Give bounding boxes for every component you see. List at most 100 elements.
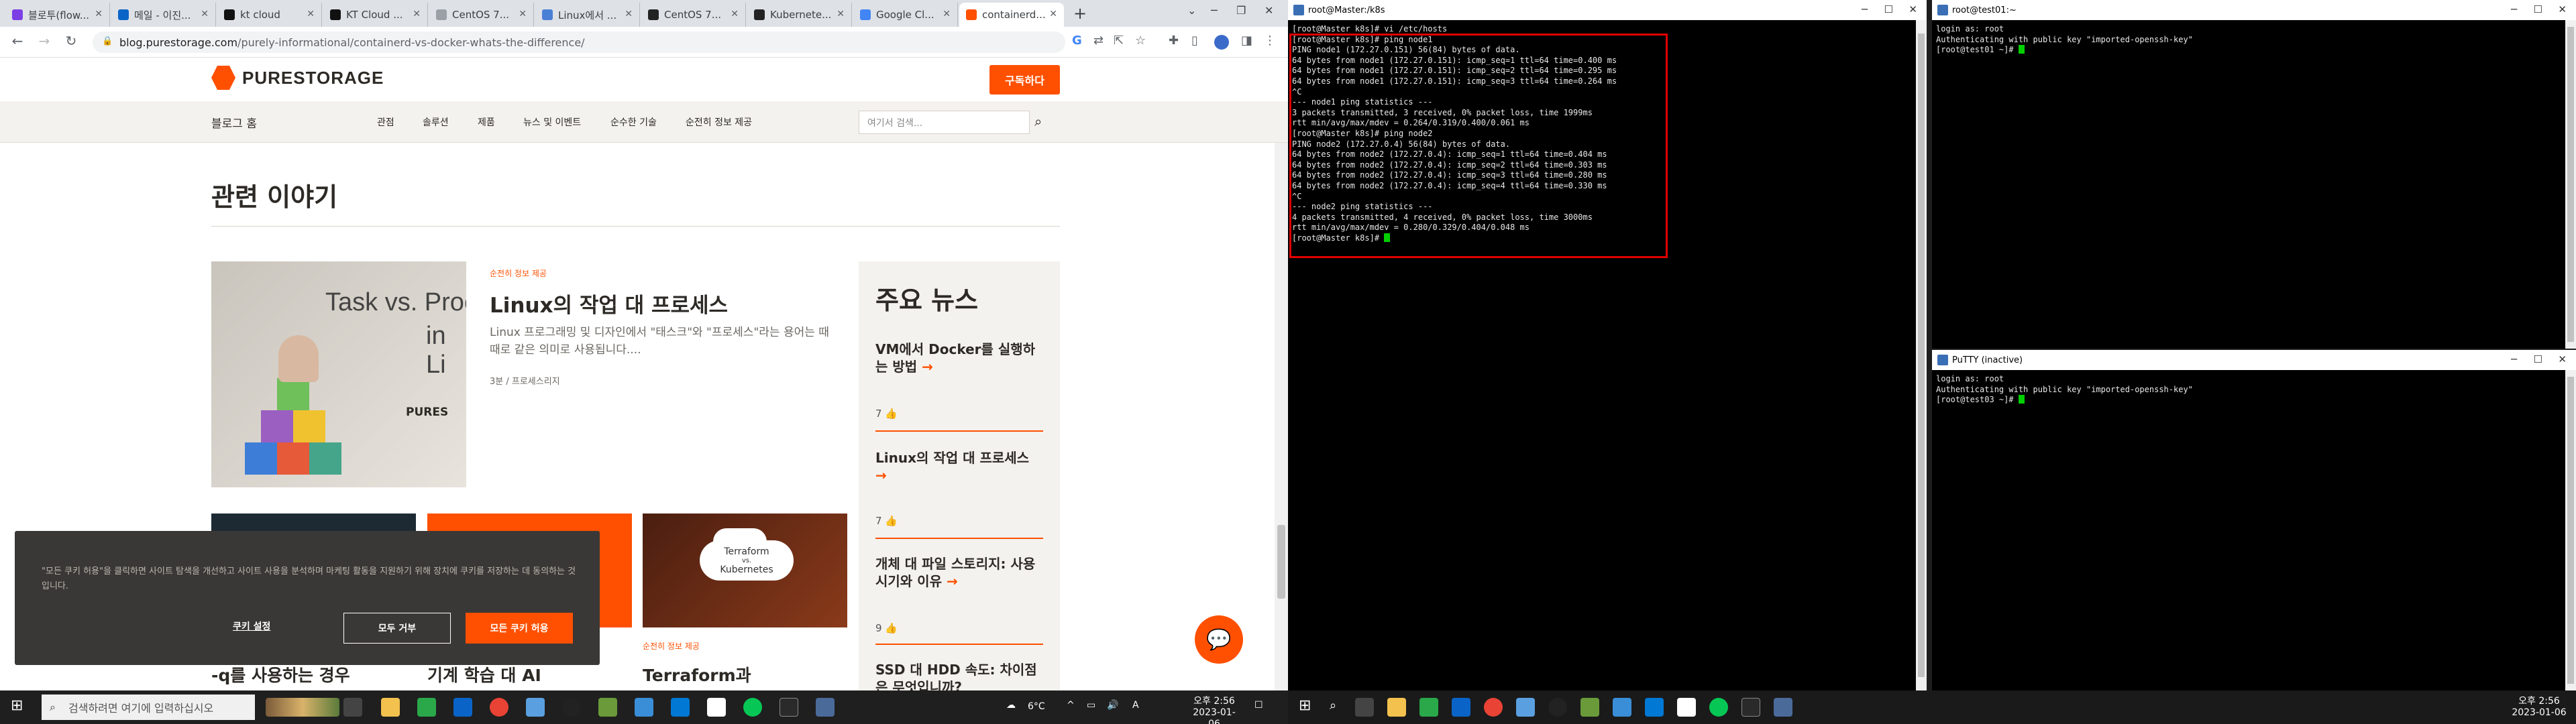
browser-tab[interactable]: Google Cl... ✕ [853, 3, 958, 27]
vscode-icon[interactable] [671, 698, 690, 717]
news-item[interactable]: 개체 대 파일 스토리지: 사용 시기와 이유 → [875, 555, 1043, 590]
forward-icon[interactable]: → [35, 33, 54, 49]
chrome-icon[interactable] [1484, 698, 1503, 717]
page-scrollbar[interactable] [1275, 143, 1288, 690]
app-icon[interactable] [1580, 698, 1599, 717]
mail-icon[interactable] [1452, 698, 1470, 717]
putty-icon[interactable] [1774, 698, 1792, 717]
browser-tab[interactable]: CentOS 7... ✕ [641, 3, 746, 27]
github-icon[interactable] [562, 698, 581, 717]
tab-close-icon[interactable]: ✕ [519, 9, 527, 19]
close-icon[interactable]: ✕ [1909, 3, 1917, 15]
scrollbar-thumb[interactable] [1918, 34, 1925, 677]
app-icon[interactable] [1419, 698, 1438, 717]
terminal-titlebar[interactable]: root@test01:~ ─ ☐ ✕ [1932, 0, 2576, 20]
app-icon[interactable] [598, 698, 617, 717]
github-icon[interactable] [1548, 698, 1567, 717]
card-category[interactable]: 순전히 정보 제공 [643, 640, 700, 652]
tab-close-icon[interactable]: ✕ [731, 9, 739, 19]
weather-temp[interactable]: 6°C [1028, 701, 1045, 713]
network-icon[interactable]: ▭ [1087, 700, 1095, 711]
news-likes[interactable]: 7 👍 [875, 515, 898, 527]
terminal-titlebar[interactable]: PuTTY (inactive) ─ ☐ ✕ [1932, 350, 2576, 370]
app-icon[interactable] [1677, 698, 1696, 717]
line-icon[interactable] [743, 698, 762, 717]
task-view-icon[interactable] [343, 698, 362, 717]
chrome-icon[interactable] [490, 698, 508, 717]
terminal-window-master[interactable]: root@Master:/k8s ─ ☐ ✕ [root@Master k8s]… [1288, 0, 1927, 690]
terminal-titlebar[interactable]: root@Master:/k8s ─ ☐ ✕ [1288, 0, 1927, 20]
article-category[interactable]: 순전히 정보 제공 [490, 267, 547, 279]
ime-indicator[interactable]: A [1132, 700, 1139, 711]
maximize-icon[interactable]: ❐ [1236, 4, 1246, 17]
task-view-icon[interactable] [1355, 698, 1374, 717]
update-icon[interactable]: ◨ [1241, 34, 1252, 48]
new-tab-icon[interactable]: + [1073, 4, 1087, 23]
menu-kebab-icon[interactable]: ⋮ [1264, 34, 1276, 48]
security-icon[interactable] [1741, 698, 1760, 717]
cookie-settings-link[interactable]: 쿠키 설정 [233, 619, 270, 633]
tray-overflow-icon[interactable]: ^ [1067, 700, 1075, 711]
tab-close-icon[interactable]: ✕ [1049, 9, 1057, 19]
reject-all-button[interactable]: 모두 거부 [343, 613, 451, 644]
security-icon[interactable] [780, 698, 798, 717]
translate-icon[interactable]: ⇄ [1093, 34, 1104, 48]
browser-tab[interactable]: containerd... ✕ [959, 3, 1064, 27]
clock[interactable]: 오후 2:56 2023-01-06 [2509, 696, 2569, 719]
scrollbar-thumb[interactable] [1277, 525, 1285, 599]
app-icon[interactable] [1613, 698, 1631, 717]
blog-home-link[interactable]: 블로그 홈 [211, 114, 257, 131]
windows-start-icon[interactable]: ⊞ [11, 697, 23, 714]
terminal-scrollbar[interactable] [2565, 20, 2576, 349]
close-icon[interactable]: ✕ [1265, 4, 1273, 17]
scrollbar-thumb[interactable] [2567, 377, 2574, 684]
terminal-window-test01[interactable]: root@test01:~ ─ ☐ ✕ login as: root Authen… [1932, 0, 2576, 349]
maximize-icon[interactable]: ☐ [1884, 3, 1893, 15]
news-likes[interactable]: 7 👍 [875, 408, 898, 420]
card-title[interactable]: -q를 사용하는 경우 [211, 662, 350, 686]
news-item[interactable]: Linux의 작업 대 프로세스 → [875, 449, 1043, 484]
card-title[interactable]: Terraform과 [643, 662, 751, 686]
share-icon[interactable]: ⇱ [1114, 34, 1124, 48]
google-icon[interactable]: G [1072, 34, 1082, 48]
extensions-icon[interactable]: ✚ [1169, 34, 1179, 48]
tab-close-icon[interactable]: ✕ [201, 9, 209, 19]
terminal-prompt[interactable]: [root@test03 ~]# [1936, 395, 2193, 406]
chat-bubble-icon[interactable]: 💬 [1195, 615, 1243, 664]
feature-article-image[interactable]: Task vs. Proc in Li PURES [211, 261, 466, 487]
notification-icon[interactable]: ☐ [1254, 700, 1263, 711]
windows-start-icon[interactable]: ⊞ [1299, 697, 1311, 714]
maximize-icon[interactable]: ☐ [2534, 353, 2542, 365]
app-icon[interactable] [526, 698, 545, 717]
feature-article-title[interactable]: Linux의 작업 대 프로세스 [490, 288, 728, 318]
search-highlight-icon[interactable] [266, 698, 339, 717]
reload-icon[interactable]: ↻ [62, 33, 80, 49]
taskbar-search-input[interactable]: ⌕ 검색하려면 여기에 입력하십시오 [42, 695, 255, 720]
browser-tab[interactable]: Linux에서 ... ✕ [535, 3, 640, 27]
browser-tab[interactable]: KT Cloud ... ✕ [323, 3, 428, 27]
browser-tab[interactable]: 메일 - 이진... ✕ [111, 3, 216, 27]
minimize-icon[interactable]: ─ [1211, 4, 1218, 17]
subscribe-button[interactable]: 구독하다 [989, 65, 1060, 95]
browser-tab[interactable]: CentOS 7... ✕ [429, 3, 534, 27]
terminal-window-test03[interactable]: PuTTY (inactive) ─ ☐ ✕ login as: root Aut… [1932, 350, 2576, 690]
nav-item-products[interactable]: 제품 [478, 115, 495, 129]
close-icon[interactable]: ✕ [2558, 3, 2567, 15]
tab-search-icon[interactable]: ⌄ [1187, 4, 1196, 17]
search-icon[interactable]: ⌕ [1034, 113, 1042, 129]
minimize-icon[interactable]: ─ [2511, 353, 2517, 365]
speaker-icon[interactable]: 🔊 [1107, 700, 1118, 711]
address-bar[interactable]: 🔒 blog.purestorage.com/purely-informatio… [93, 32, 1065, 53]
nav-item-pure-tech[interactable]: 순수한 기술 [610, 115, 657, 129]
tab-close-icon[interactable]: ✕ [625, 9, 633, 19]
card-title[interactable]: 기계 학습 대 AI [427, 662, 541, 686]
weather-icon[interactable]: ☁ [1006, 700, 1016, 711]
terminal-scrollbar[interactable] [1916, 20, 1927, 690]
clock[interactable]: 오후 2:56 2023-01-06 [1187, 696, 1241, 724]
news-likes[interactable]: 9 👍 [875, 622, 898, 634]
scrollbar-thumb[interactable] [2567, 27, 2574, 342]
app-icon[interactable] [707, 698, 726, 717]
tab-close-icon[interactable]: ✕ [943, 9, 951, 19]
news-item[interactable]: SSD 대 HDD 속도: 차이점은 무엇입니까? [875, 661, 1043, 690]
close-icon[interactable]: ✕ [2558, 353, 2567, 365]
